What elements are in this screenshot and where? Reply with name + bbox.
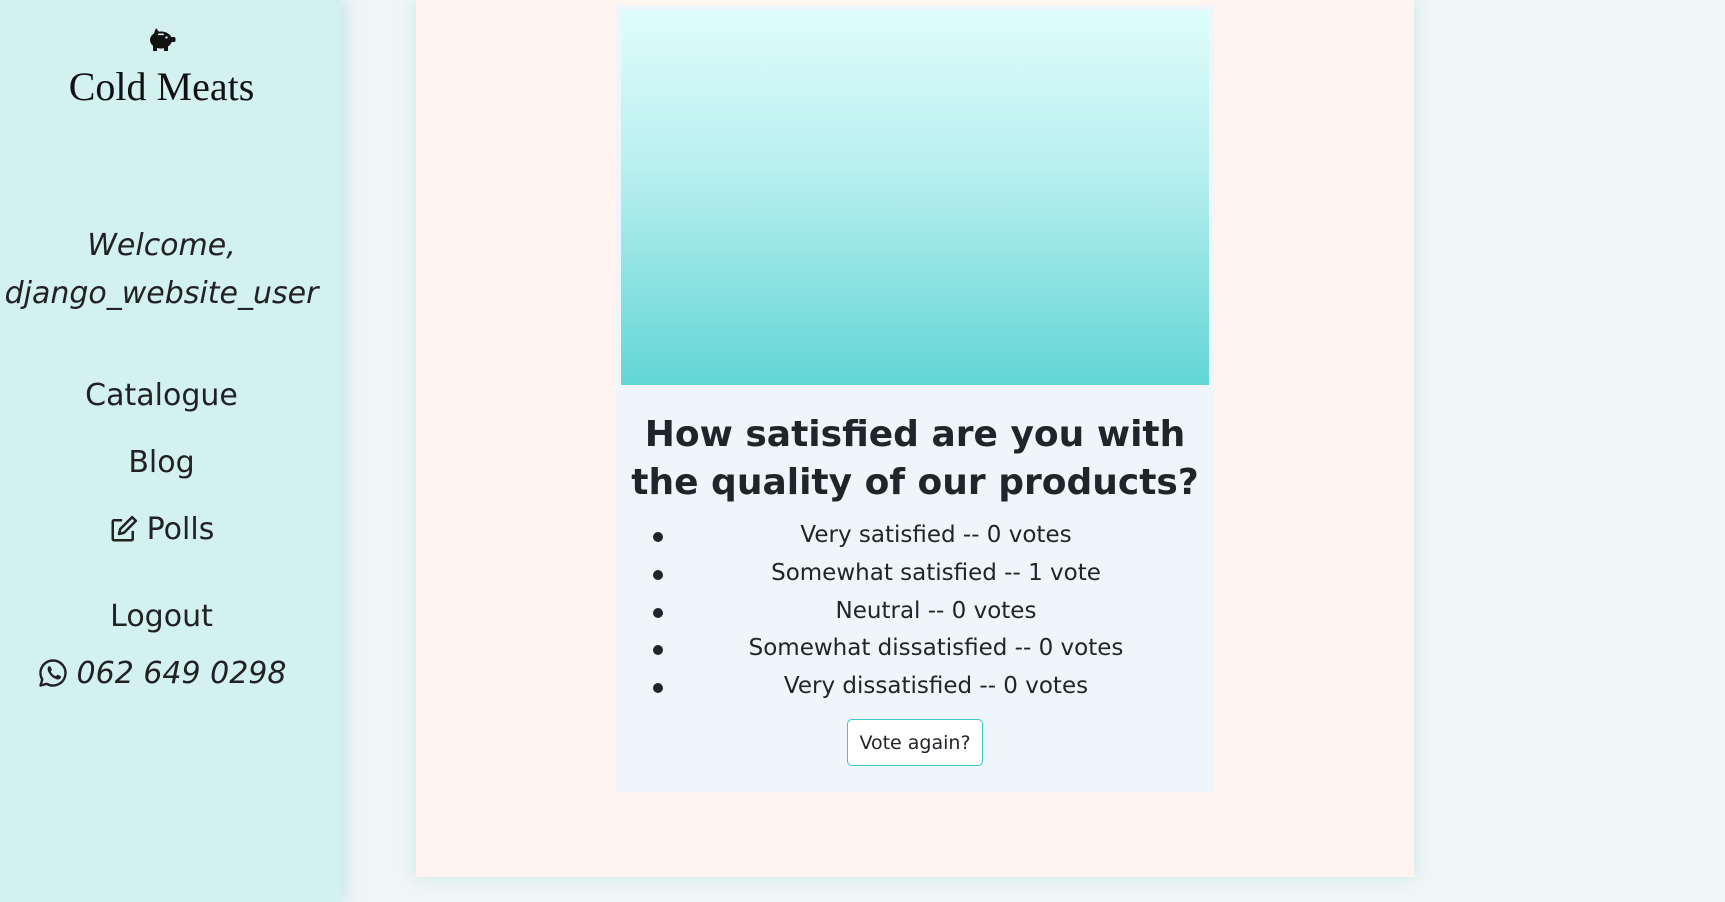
poll-choice-text: Very satisfied -- 0 votes: [800, 522, 1072, 548]
phone-contact[interactable]: 062 649 0298: [0, 651, 323, 695]
poll-results-list: Very satisfied -- 0 votes Somewhat satis…: [650, 517, 1182, 706]
welcome-greeting: Welcome,: [87, 228, 236, 263]
poll-choice-result: Very satisfied -- 0 votes: [650, 517, 1182, 555]
nav-catalogue[interactable]: Catalogue: [0, 374, 323, 416]
vote-again-button[interactable]: Vote again?: [847, 719, 983, 766]
welcome-message: Welcome, django_website_user: [0, 222, 323, 318]
poll-choice-result: Very dissatisfied -- 0 votes: [650, 668, 1182, 706]
nav-polls-label: Polls: [146, 511, 215, 547]
poll-choice-text: Somewhat satisfied -- 1 vote: [771, 559, 1101, 586]
poll-choice-result: Somewhat satisfied -- 1 vote: [650, 555, 1182, 593]
nav-blog[interactable]: Blog: [0, 441, 323, 483]
poll-results-card: How satisfied are you with the quality o…: [616, 5, 1214, 792]
sidebar: Cold Meats Welcome, django_website_user …: [0, 0, 341, 902]
pencil-square-icon: [111, 515, 137, 542]
nav-logout[interactable]: Logout: [0, 595, 323, 637]
site-brand[interactable]: Cold Meats: [0, 63, 323, 110]
poll-choice-result: Neutral -- 0 votes: [650, 593, 1182, 631]
nav-polls[interactable]: Polls: [0, 508, 323, 550]
list-bullet: [653, 532, 663, 542]
poll-choice-result: Somewhat dissatisfied -- 0 votes: [650, 630, 1182, 668]
phone-number: 062 649 0298: [76, 655, 287, 691]
poll-choice-text: Somewhat dissatisfied -- 0 votes: [748, 635, 1124, 662]
poll-choice-text: Very dissatisfied -- 0 votes: [783, 673, 1089, 699]
piggy-bank-icon: [150, 28, 176, 51]
poll-question: How satisfied are you with the quality o…: [631, 414, 1199, 503]
poll-banner-image: [621, 10, 1209, 385]
whatsapp-icon: [38, 659, 67, 687]
list-bullet: [653, 683, 663, 693]
list-bullet: [653, 569, 663, 580]
list-bullet: [653, 607, 663, 618]
poll-choice-text: Neutral -- 0 votes: [835, 597, 1037, 624]
welcome-username: django_website_user: [4, 276, 319, 311]
